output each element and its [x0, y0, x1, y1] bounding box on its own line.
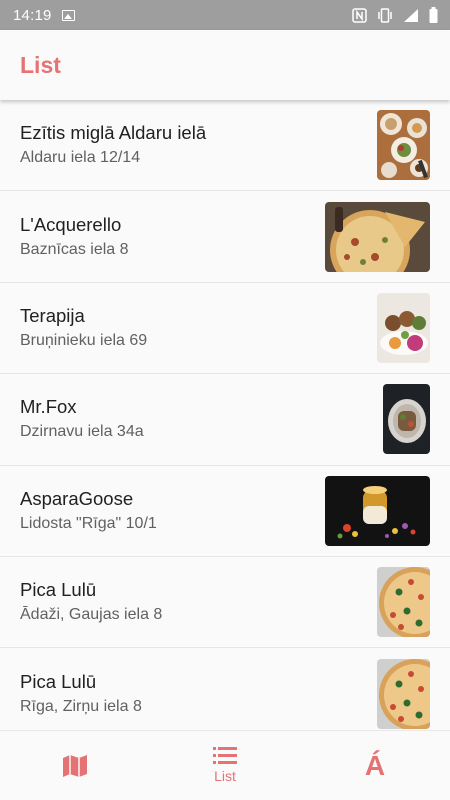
nav-list-label: List — [214, 768, 236, 784]
restaurant-name: AsparaGoose — [20, 487, 134, 509]
list-item[interactable]: Pica Lulū Rīga, Zirņu iela 8 — [0, 648, 450, 730]
signal-icon — [404, 8, 418, 22]
restaurant-address: Baznīcas iela 8 — [20, 240, 129, 258]
status-icons — [352, 7, 438, 23]
restaurant-photo — [325, 201, 430, 272]
restaurant-photo — [377, 110, 430, 181]
nav-list[interactable]: List — [150, 731, 300, 800]
letter-a-icon: Á — [364, 749, 386, 781]
restaurant-address: Lidosta "Rīga" 10/1 — [20, 514, 157, 532]
bottom-navigation: List Á — [0, 730, 450, 800]
battery-icon — [429, 7, 438, 23]
restaurant-photo — [377, 567, 430, 638]
image-notification-icon — [61, 9, 75, 21]
vibrate-icon — [378, 7, 392, 23]
restaurant-name: Ezītis miglā Aldaru ielā — [20, 122, 207, 144]
restaurant-name: Terapija — [20, 304, 85, 326]
restaurant-photo — [325, 475, 430, 546]
list-item[interactable]: AsparaGoose Lidosta "Rīga" 10/1 — [0, 466, 450, 557]
restaurant-address: Ādaži, Gaujas iela 8 — [20, 606, 163, 624]
restaurant-address: Rīga, Zirņu iela 8 — [20, 697, 142, 715]
list-item[interactable]: Terapija Bruņinieku iela 69 — [0, 283, 450, 375]
list-item[interactable]: Mr.Fox Dzirnavu iela 34a — [0, 374, 450, 466]
restaurant-address: Dzirnavu iela 34a — [20, 423, 144, 441]
map-icon — [63, 754, 87, 777]
status-bar: 14:19 — [0, 0, 450, 30]
restaurant-photo — [377, 658, 430, 729]
restaurant-name: Pica Lulū — [20, 579, 97, 601]
restaurant-address: Aldaru iela 12/14 — [20, 149, 141, 167]
nfc-icon — [352, 7, 367, 23]
status-time: 14:19 — [13, 6, 52, 24]
list-item[interactable]: Pica Lulū Ādaži, Gaujas iela 8 — [0, 557, 450, 649]
nav-letters[interactable]: Á — [300, 731, 450, 800]
page-title: List — [20, 51, 61, 78]
app-bar: List — [0, 30, 450, 100]
list-item[interactable]: Ezītis miglā Aldaru ielā Aldaru iela 12/… — [0, 100, 450, 192]
restaurant-name: L'Acquerello — [20, 213, 122, 235]
restaurant-list[interactable]: Ezītis miglā Aldaru ielā Aldaru iela 12/… — [0, 100, 450, 730]
nav-map[interactable] — [0, 731, 150, 800]
restaurant-photo — [383, 384, 430, 455]
restaurant-name: Pica Lulū — [20, 670, 97, 692]
restaurant-address: Bruņinieku iela 69 — [20, 331, 148, 349]
list-icon — [213, 747, 237, 764]
restaurant-name: Mr.Fox — [20, 396, 77, 418]
restaurant-photo — [377, 292, 430, 363]
list-item[interactable]: L'Acquerello Baznīcas iela 8 — [0, 191, 450, 283]
